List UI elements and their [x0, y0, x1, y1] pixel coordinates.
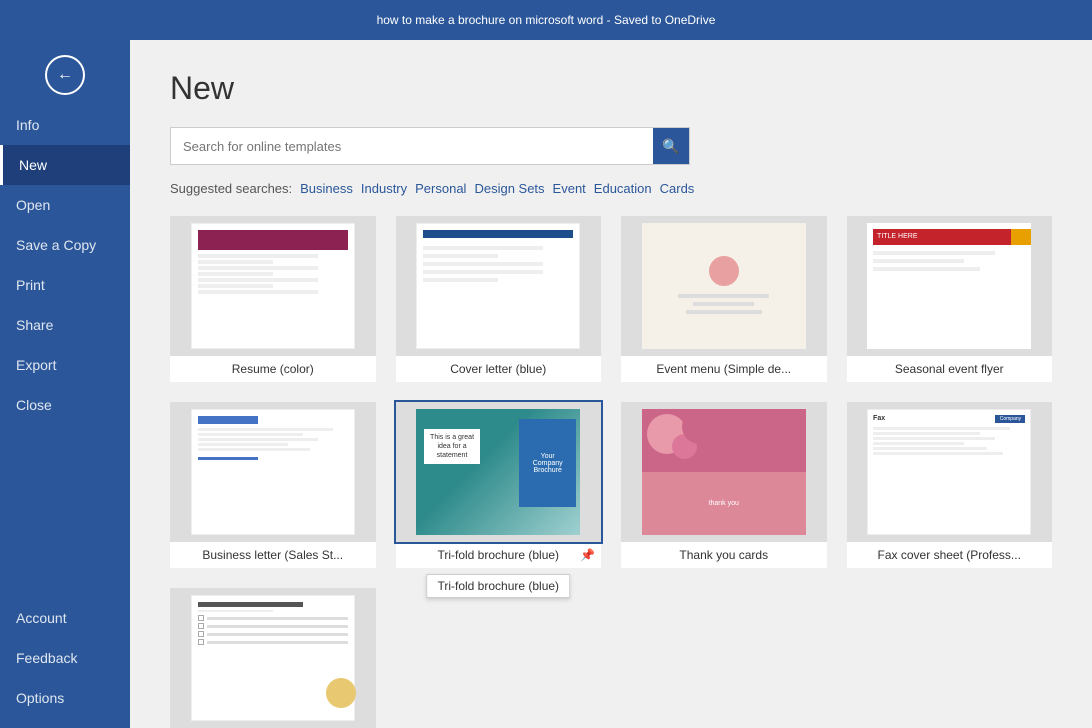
sidebar-item-close[interactable]: Close — [0, 385, 130, 425]
sidebar-bottom: Account Feedback Options — [0, 598, 130, 728]
template-cover-letter[interactable]: Cover letter (blue) — [396, 216, 602, 382]
template-name: Business letter (Sales St... — [170, 542, 376, 568]
sidebar-item-save-copy[interactable]: Save a Copy — [0, 225, 130, 265]
template-event-menu[interactable]: Event menu (Simple de... — [621, 216, 827, 382]
template-thumb: This is a greatidea for astatement YourC… — [396, 402, 602, 542]
main-content: New 🔍 Suggested searches: Business Indus… — [130, 40, 1092, 728]
template-thumb — [170, 402, 376, 542]
template-resume-color[interactable]: Resume (color) — [170, 216, 376, 382]
template-name: Tri-fold brochure (blue) — [396, 542, 602, 568]
sidebar-item-info[interactable]: Info — [0, 105, 130, 145]
sidebar-item-feedback[interactable]: Feedback — [0, 638, 130, 678]
template-name: Thank you cards — [621, 542, 827, 568]
template-name: Cover letter (blue) — [396, 356, 602, 382]
document-title: how to make a brochure on microsoft word… — [377, 13, 716, 27]
tag-personal[interactable]: Personal — [415, 181, 466, 196]
sidebar-item-options[interactable]: Options — [0, 678, 130, 718]
tag-business[interactable]: Business — [300, 181, 353, 196]
sidebar-item-new[interactable]: New — [0, 145, 130, 185]
sidebar-item-export[interactable]: Export — [0, 345, 130, 385]
sidebar-item-print[interactable]: Print — [0, 265, 130, 305]
template-business-letter[interactable]: Business letter (Sales St... — [170, 402, 376, 568]
sidebar-item-account[interactable]: Account — [0, 598, 130, 638]
main-container: ← Info New Open Save a Copy Print Share … — [0, 40, 1092, 728]
template-thankyou[interactable]: thank you Thank you cards — [621, 402, 827, 568]
tag-industry[interactable]: Industry — [361, 181, 407, 196]
template-wedding[interactable] — [170, 588, 376, 728]
back-button[interactable]: ← — [45, 55, 85, 95]
search-bar: 🔍 — [170, 127, 690, 165]
sidebar-item-open[interactable]: Open — [0, 185, 130, 225]
pin-icon: 📌 — [580, 548, 595, 562]
search-button[interactable]: 🔍 — [653, 128, 689, 164]
sidebar: ← Info New Open Save a Copy Print Share … — [0, 40, 130, 728]
template-name: Fax cover sheet (Profess... — [847, 542, 1053, 568]
template-thumb — [170, 216, 376, 356]
tag-design-sets[interactable]: Design Sets — [474, 181, 544, 196]
page-title: New — [170, 70, 1052, 107]
template-thumb — [621, 216, 827, 356]
template-thumb — [170, 588, 376, 728]
template-thumb: TITLE HERE — [847, 216, 1053, 356]
template-seasonal-flyer[interactable]: TITLE HERE Seasonal event flyer — [847, 216, 1053, 382]
title-bar: how to make a brochure on microsoft word… — [0, 0, 1092, 40]
template-thumb — [396, 216, 602, 356]
brochure-tooltip: Tri-fold brochure (blue) — [426, 574, 570, 598]
search-icon: 🔍 — [662, 138, 679, 155]
template-thumb: Fax Company — [847, 402, 1053, 542]
template-name: Event menu (Simple de... — [621, 356, 827, 382]
tag-education[interactable]: Education — [594, 181, 652, 196]
template-grid: Resume (color) Cover letter (blue) — [170, 216, 1052, 728]
template-brochure[interactable]: This is a greatidea for astatement YourC… — [396, 402, 602, 568]
suggested-label: Suggested searches: — [170, 181, 292, 196]
template-thumb: thank you — [621, 402, 827, 542]
template-name: Seasonal event flyer — [847, 356, 1053, 382]
sidebar-item-share[interactable]: Share — [0, 305, 130, 345]
template-name: Resume (color) — [170, 356, 376, 382]
tag-cards[interactable]: Cards — [660, 181, 695, 196]
template-fax[interactable]: Fax Company Fax cover sheet (Profess... — [847, 402, 1053, 568]
search-input[interactable] — [171, 131, 653, 162]
tag-event[interactable]: Event — [553, 181, 586, 196]
suggested-searches: Suggested searches: Business Industry Pe… — [170, 181, 1052, 196]
